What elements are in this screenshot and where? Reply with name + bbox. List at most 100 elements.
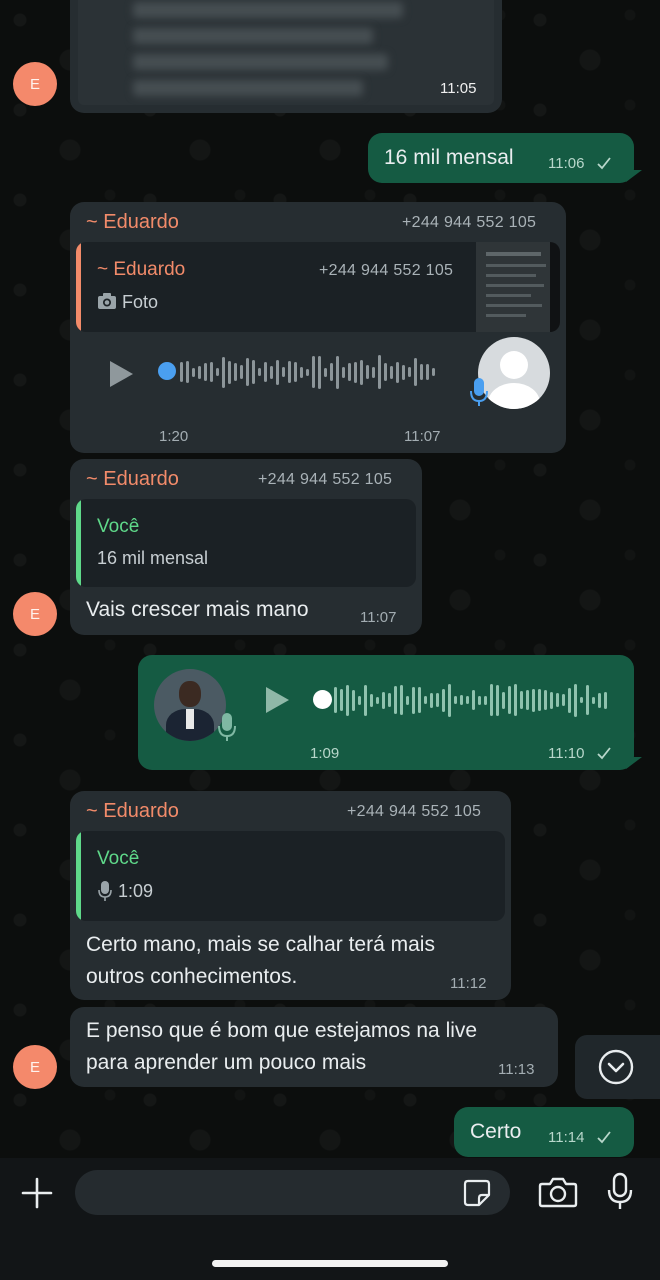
quote-text: 16 mil mensal xyxy=(97,548,209,568)
waveform-bar xyxy=(478,695,481,705)
sender-name[interactable]: ~ Eduardo xyxy=(86,468,179,491)
waveform-bar xyxy=(382,691,385,709)
scroll-down-button[interactable] xyxy=(575,1035,660,1099)
waveform-bar xyxy=(372,366,375,378)
camera-icon xyxy=(98,293,116,309)
voice-progress-dot[interactable] xyxy=(313,690,332,709)
quote-thumbnail[interactable] xyxy=(476,242,560,332)
message-text-line-2: outros conhecimentos. xyxy=(86,965,298,988)
quote-bar xyxy=(76,499,81,587)
message-time: 11:14 xyxy=(548,1129,585,1146)
message-bubble-outgoing[interactable]: 16 mil mensal 11:06 xyxy=(368,133,634,183)
waveform-bar xyxy=(336,355,339,389)
sender-name[interactable]: ~ Eduardo xyxy=(86,800,179,823)
waveform-bar xyxy=(394,686,397,714)
waveform-bar xyxy=(562,694,565,706)
waveform-bar xyxy=(592,696,595,704)
message-time: 11:13 xyxy=(498,1061,535,1078)
waveform-bar xyxy=(574,683,577,717)
message-text-line-1: E penso que é bom que estejamos na live xyxy=(86,1019,478,1042)
waveform-bar xyxy=(324,367,327,377)
waveform-bar xyxy=(436,693,439,707)
play-icon[interactable] xyxy=(108,360,134,388)
message-bubble-voice-outgoing[interactable]: 1:09 11:10 xyxy=(138,655,634,770)
waveform-bar xyxy=(520,691,523,709)
message-time: 11:12 xyxy=(450,975,487,992)
waveform-bar xyxy=(234,363,237,381)
waveform-bar xyxy=(358,695,361,705)
quoted-message[interactable]: Você 16 mil mensal xyxy=(76,499,416,587)
waveform-bar xyxy=(442,688,445,712)
message-text: Vais crescer mais mano xyxy=(86,598,309,621)
waveform-bar xyxy=(390,365,393,379)
bubble-tail xyxy=(626,170,642,182)
quote-sender: Você xyxy=(97,516,140,537)
waveform-bar xyxy=(282,367,285,377)
mic-icon xyxy=(470,378,488,406)
quoted-message[interactable]: ~ Eduardo +244 944 552 105 Foto xyxy=(76,242,560,332)
message-time: 11:10 xyxy=(548,745,585,762)
waveform-bar xyxy=(306,368,309,376)
waveform-bar xyxy=(246,358,249,386)
voice-progress-dot[interactable] xyxy=(158,362,176,380)
quoted-message[interactable]: Você 1:09 xyxy=(76,831,505,921)
avatar[interactable] xyxy=(478,337,550,409)
waveform-bar xyxy=(448,683,451,717)
checkmark-icon xyxy=(597,157,611,170)
waveform-bar xyxy=(396,361,399,383)
waveform-bar xyxy=(402,364,405,380)
waveform-bar xyxy=(538,689,541,711)
waveform-bar xyxy=(424,696,427,704)
avatar[interactable]: E xyxy=(13,62,57,106)
message-input[interactable] xyxy=(75,1170,510,1215)
waveform-bar xyxy=(300,366,303,378)
message-time: 11:07 xyxy=(404,428,441,445)
mic-icon[interactable] xyxy=(605,1172,635,1212)
waveform-bar xyxy=(586,685,589,715)
message-bubble-reply[interactable]: ~ Eduardo +244 944 552 105 Você 1:09 Cer… xyxy=(70,791,511,1000)
quote-sender: ~ Eduardo xyxy=(97,259,186,280)
waveform-bar xyxy=(472,690,475,710)
waveform-bar xyxy=(426,364,429,380)
waveform-bar xyxy=(360,359,363,385)
waveform-bar xyxy=(180,362,183,382)
quote-phone: +244 944 552 105 xyxy=(319,262,454,279)
chat-wallpaper xyxy=(0,0,660,1280)
mic-icon xyxy=(98,881,112,901)
waveform-bar xyxy=(454,696,457,704)
message-time: 11:07 xyxy=(360,609,397,626)
voice-waveform[interactable] xyxy=(180,352,435,392)
message-text: 16 mil mensal xyxy=(384,146,514,169)
avatar[interactable]: E xyxy=(13,1045,57,1089)
camera-icon[interactable] xyxy=(538,1175,578,1209)
waveform-bar xyxy=(342,366,345,378)
waveform-bar xyxy=(276,359,279,385)
play-icon[interactable] xyxy=(264,686,290,714)
scroll-down-icon xyxy=(598,1049,634,1085)
waveform-bar xyxy=(598,692,601,708)
waveform-bar xyxy=(432,368,435,376)
waveform-bar xyxy=(378,355,381,389)
waveform-bar xyxy=(204,363,207,381)
plus-icon[interactable] xyxy=(20,1176,54,1210)
waveform-bar xyxy=(216,368,219,376)
waveform-bar xyxy=(186,361,189,383)
message-bubble-voice[interactable]: ~ Eduardo +244 944 552 105 ~ Eduardo +24… xyxy=(70,202,566,453)
waveform-bar xyxy=(348,363,351,381)
sender-name[interactable]: ~ Eduardo xyxy=(86,211,179,234)
avatar[interactable]: E xyxy=(13,592,57,636)
waveform-bar xyxy=(192,367,195,377)
voice-waveform[interactable] xyxy=(334,680,607,720)
waveform-bar xyxy=(376,696,379,704)
mic-icon xyxy=(218,713,236,741)
sticker-icon[interactable] xyxy=(462,1178,492,1208)
voice-duration: 1:09 xyxy=(310,745,340,762)
avatar[interactable] xyxy=(154,669,226,741)
message-bubble-blurred[interactable]: 11:05 xyxy=(70,0,502,113)
message-bubble-outgoing[interactable]: Certo 11:14 xyxy=(454,1107,634,1157)
waveform-bar xyxy=(466,696,469,704)
waveform-bar xyxy=(412,686,415,714)
message-bubble-incoming[interactable]: E penso que é bom que estejamos na live … xyxy=(70,1007,558,1087)
message-bubble-reply[interactable]: ~ Eduardo +244 944 552 105 Você 16 mil m… xyxy=(70,459,422,635)
waveform-bar xyxy=(252,360,255,384)
